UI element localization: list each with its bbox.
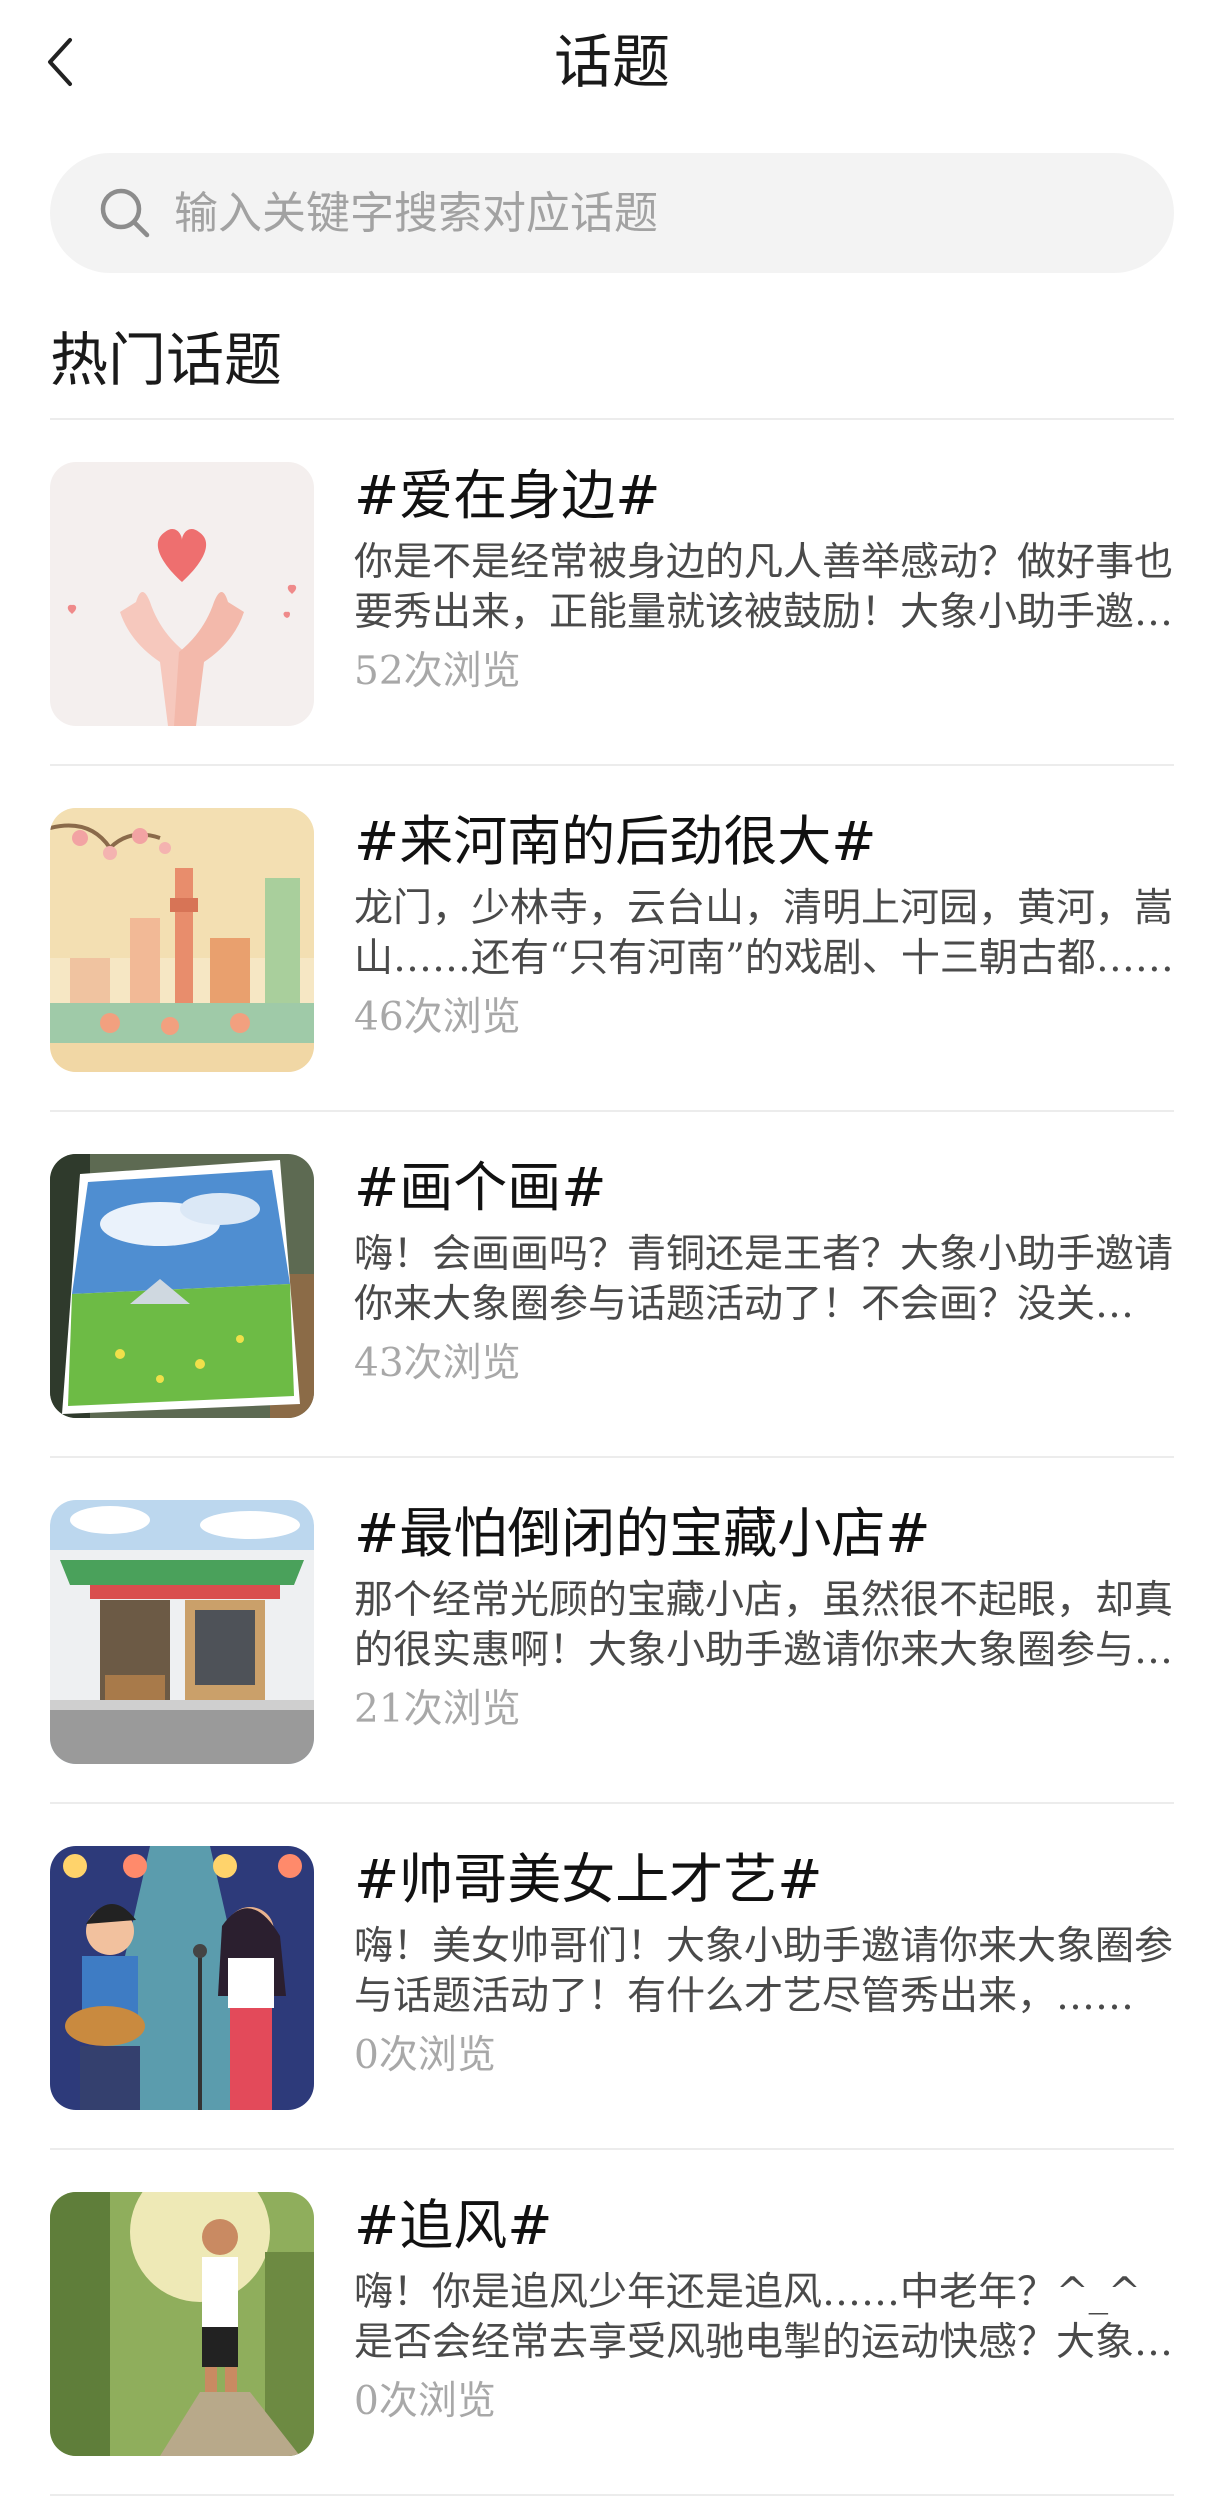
topic-item[interactable]: #帅哥美女上才艺# 嗨！美女帅哥们！大象小助手邀请你来大象圈参与话题活动了！有什… [0, 1804, 1224, 2150]
topic-text: #帅哥美女上才艺# 嗨！美女帅哥们！大象小助手邀请你来大象圈参与话题活动了！有什… [354, 1844, 1176, 2084]
topic-description: 你是不是经常被身边的凡人善举感动？做好事也要秀出来，正能量就该被鼓励！大象小助手… [354, 540, 1174, 635]
topic-title: #追风# [354, 2194, 553, 2257]
topic-title: #画个画# [354, 1156, 607, 1219]
topic-title: #来河南的后劲很大# [354, 810, 877, 873]
topic-description: 龙门，少林寺，云台山，清明上河园，黄河，嵩山……还有“只有河南”的戏剧、十三朝古… [354, 886, 1174, 981]
topic-description: 嗨！你是追风少年还是追风……中老年？^_^是否会经常去享受风驰电掣的运动快感？大… [354, 2270, 1174, 2365]
topic-text: #画个画# 嗨！会画画吗？青铜还是王者？大象小助手邀请你来大象圈参与话题活动了！… [354, 1152, 1176, 1392]
topic-item[interactable]: #追风# 嗨！你是追风少年还是追风……中老年？^_^是否会经常去享受风驰电掣的运… [0, 2150, 1224, 2496]
hands-heart-image [50, 462, 314, 726]
topic-item[interactable]: #爱在身边# 你是不是经常被身边的凡人善举感动？做好事也要秀出来，正能量就该被鼓… [0, 420, 1224, 766]
topic-text: #来河南的后劲很大# 龙门，少林寺，云台山，清明上河园，黄河，嵩山……还有“只有… [354, 806, 1176, 1046]
topic-item[interactable]: #最怕倒闭的宝藏小店# 那个经常光顾的宝藏小店，虽然很不起眼，却真的很实惠啊！大… [0, 1458, 1224, 1804]
search-input[interactable] [172, 172, 1156, 254]
topic-title: #最怕倒闭的宝藏小店# [354, 1502, 931, 1565]
topic-list: #爱在身边# 你是不是经常被身边的凡人善举感动？做好事也要秀出来，正能量就该被鼓… [0, 420, 1224, 2496]
topic-view-count: 43次浏览 [354, 1341, 521, 1386]
topic-description: 嗨！美女帅哥们！大象小助手邀请你来大象圈参与话题活动了！有什么才艺尽管秀出来，…… [354, 1924, 1174, 2019]
topic-text: #爱在身边# 你是不是经常被身边的凡人善举感动？做好事也要秀出来，正能量就该被鼓… [354, 460, 1176, 700]
topic-text: #最怕倒闭的宝藏小店# 那个经常光顾的宝藏小店，虽然很不起眼，却真的很实惠啊！大… [354, 1498, 1176, 1738]
topic-text: #追风# 嗨！你是追风少年还是追风……中老年？^_^是否会经常去享受风驰电掣的运… [354, 2190, 1176, 2430]
section-title: 热门话题 [50, 326, 283, 394]
topic-view-count: 52次浏览 [354, 649, 521, 694]
topic-title: #帅哥美女上才艺# [354, 1848, 823, 1911]
henan-city-illustration [50, 808, 314, 1072]
topic-item[interactable]: #来河南的后劲很大# 龙门，少林寺，云台山，清明上河园，黄河，嵩山……还有“只有… [0, 766, 1224, 1112]
singers-illustration [50, 1846, 314, 2110]
topic-view-count: 46次浏览 [354, 995, 521, 1040]
topic-view-count: 21次浏览 [354, 1687, 521, 1732]
topic-description: 嗨！会画画吗？青铜还是王者？大象小助手邀请你来大象圈参与话题活动了！不会画？没关… [354, 1232, 1174, 1327]
topic-view-count: 0次浏览 [354, 2379, 496, 2424]
top-bar: 话题 [0, 0, 1224, 128]
topic-title: #爱在身边# [354, 464, 661, 527]
small-shop-image [50, 1500, 314, 1764]
page-title: 话题 [553, 28, 670, 96]
landscape-painting-image [50, 1154, 314, 1418]
topic-description: 那个经常光顾的宝藏小店，虽然很不起眼，却真的很实惠啊！大象小助手邀请你来大象圈参… [354, 1578, 1174, 1673]
search-icon [100, 188, 150, 238]
search-bar[interactable] [50, 153, 1174, 273]
topic-view-count: 0次浏览 [354, 2033, 496, 2078]
topic-item[interactable]: #画个画# 嗨！会画画吗？青铜还是王者？大象小助手邀请你来大象圈参与话题活动了！… [0, 1112, 1224, 1458]
runner-image [50, 2192, 314, 2456]
